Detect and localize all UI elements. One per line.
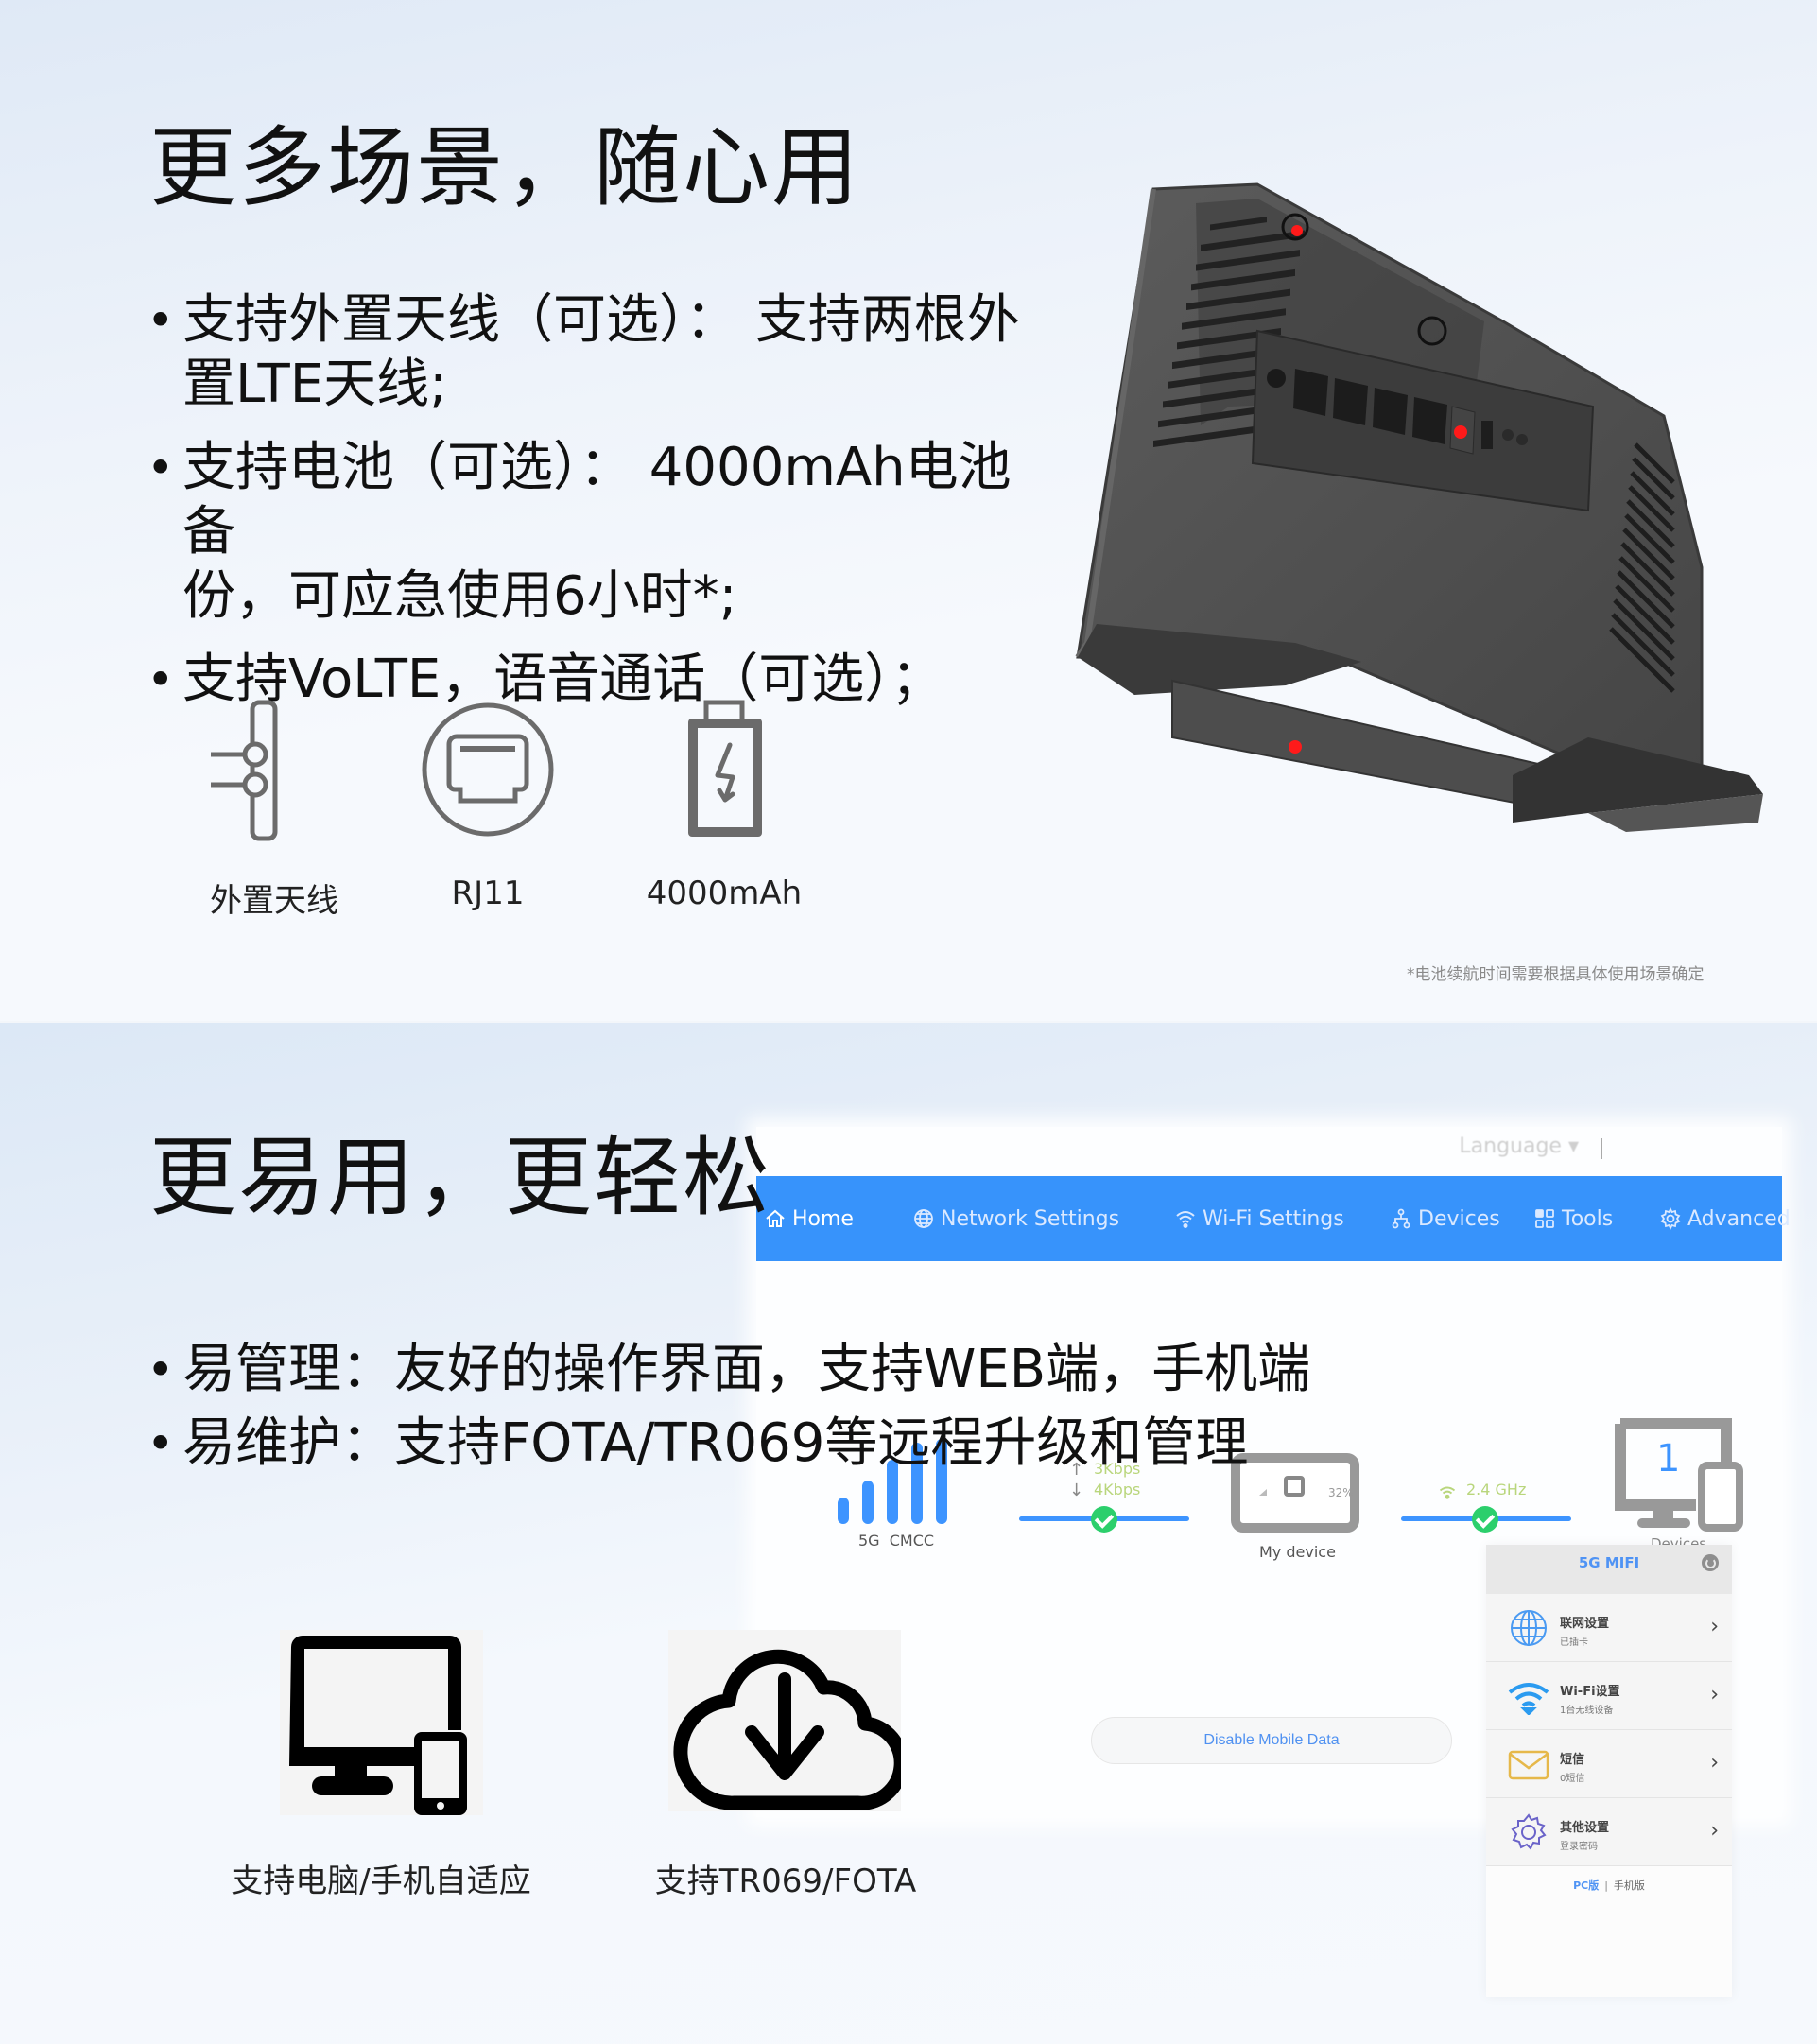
item-sub: 1台无线设备 <box>1560 1706 1614 1716</box>
nav-network-settings[interactable]: Network Settings <box>912 1207 1119 1231</box>
bullet-line: 份，可应急使用6小时*; <box>182 565 737 627</box>
wifi-button <box>1502 429 1514 441</box>
highlight-dot <box>1291 225 1303 236</box>
external-antenna-icon <box>208 700 293 841</box>
desktop-mobile-icon <box>280 1630 483 1815</box>
wifi-icon <box>1508 1683 1549 1715</box>
item-name: 短信 <box>1560 1753 1585 1767</box>
mobile-item-sms[interactable]: 短信 0短信 › <box>1486 1730 1732 1798</box>
wps-button <box>1516 434 1528 445</box>
nav-label: Tools <box>1562 1206 1614 1231</box>
battery-footnote: *电池续航时间需要根据具体使用场景确定 <box>1407 965 1705 984</box>
feature-label-adaptive: 支持电脑/手机自适应 <box>231 1862 531 1900</box>
mobile-item-wifi-settings[interactable]: Wi-Fi设置 1台无线设备 › <box>1486 1662 1732 1730</box>
cloud-download-icon <box>668 1630 908 1811</box>
chevron-right-icon: › <box>1710 1819 1719 1843</box>
disable-mobile-data-button[interactable]: Disable Mobile Data <box>1091 1717 1452 1764</box>
bullet-line: 支持外置天线（可选）： 支持两根外 <box>182 289 1020 351</box>
connected-check-icon <box>1091 1506 1117 1533</box>
carrier-name: CMCC <box>889 1532 935 1550</box>
divider <box>1601 1138 1602 1159</box>
wifi-band-icon <box>1439 1486 1456 1499</box>
section-easy-to-use: Language ▾ Home Network Settings Wi-Fi S… <box>0 1021 1817 2044</box>
feature-label-tr069: 支持TR069/FOTA <box>654 1862 917 1900</box>
mobile-admin-screenshot: 5G MIFI 联网设置 已插卡 › Wi-Fi设置 1台无线设备 › 短信 0… <box>1486 1545 1732 1997</box>
nav-label: Wi-Fi Settings <box>1203 1206 1344 1231</box>
highlight-dot <box>1289 740 1302 754</box>
mobile-header: 5G MIFI <box>1486 1545 1732 1594</box>
globe-icon <box>1511 1610 1547 1646</box>
gear-icon <box>1511 1813 1547 1850</box>
chevron-right-icon: › <box>1710 1751 1719 1775</box>
bullet-easy-maintenance: 易维护：支持FOTA/TR069等远程升级和管理 <box>147 1412 1376 1476</box>
devices-count: 1 <box>1656 1437 1681 1481</box>
feature-label-battery: 4000mAh <box>646 875 803 912</box>
feature-label-rj11: RJ11 <box>451 875 525 912</box>
item-sub: 登录密码 <box>1560 1842 1598 1852</box>
power-port <box>1267 369 1286 388</box>
bullet-line: 支持电池（可选）： 4000mAh电池备 <box>182 437 1012 563</box>
nav-devices[interactable]: Devices <box>1390 1207 1500 1231</box>
divider: | <box>1604 1879 1608 1892</box>
chevron-right-icon: › <box>1710 1683 1719 1706</box>
download-speed: 4Kbps <box>1094 1481 1141 1498</box>
mobile-footer: PC版 | 手机版 <box>1486 1878 1732 1893</box>
globe-icon <box>914 1209 933 1228</box>
battery-charging-icon <box>685 700 765 840</box>
connected-check-icon <box>1472 1506 1498 1533</box>
feature-bullet-list: 易管理：友好的操作界面，支持WEB端，手机端 易维护：支持FOTA/TR069等… <box>147 1338 1376 1476</box>
nav-label: Devices <box>1418 1206 1500 1231</box>
network-type: 5G <box>858 1532 880 1550</box>
tools-icon <box>1535 1209 1554 1228</box>
feature-label-antenna: 外置天线 <box>210 882 338 920</box>
nav-tools[interactable]: Tools <box>1533 1207 1613 1231</box>
bullet-easy-management: 易管理：友好的操作界面，支持WEB端，手机端 <box>147 1338 1376 1402</box>
language-selector[interactable]: Language ▾ <box>1459 1135 1579 1158</box>
battery-percent: 32% <box>1328 1486 1354 1499</box>
main-nav: Home Network Settings Wi-Fi Settings Dev… <box>756 1176 1791 1261</box>
highlight-dot <box>1454 425 1467 439</box>
devices-icon <box>1392 1208 1410 1229</box>
router-product-image <box>1075 182 1763 832</box>
power-icon[interactable] <box>1702 1554 1719 1571</box>
section-title: 更多场景，随心用 <box>149 117 861 218</box>
network-type-label: 5G CMCC <box>858 1532 934 1550</box>
nav-advanced[interactable]: Advanced <box>1659 1207 1791 1231</box>
gear-icon <box>1660 1207 1681 1230</box>
bullet-line: 支持VoLTE，语音通话（可选）； <box>182 649 944 710</box>
item-name: 联网设置 <box>1560 1617 1610 1631</box>
envelope-icon <box>1508 1750 1549 1780</box>
nav-label: Network Settings <box>941 1206 1120 1231</box>
chevron-right-icon: › <box>1710 1615 1719 1638</box>
nav-home[interactable]: Home <box>764 1207 854 1231</box>
item-name: 其他设置 <box>1560 1821 1610 1835</box>
item-name: Wi-Fi设置 <box>1560 1685 1620 1699</box>
mobile-title: 5G MIFI <box>1578 1554 1640 1571</box>
download-arrow-icon: ↓ <box>1069 1481 1084 1500</box>
item-sub: 0短信 <box>1560 1774 1585 1784</box>
device-label: My device <box>1259 1543 1336 1561</box>
mobile-item-other-settings[interactable]: 其他设置 登录密码 › <box>1486 1798 1732 1866</box>
nav-label: Advanced <box>1687 1206 1791 1231</box>
wifi-band-label: 2.4 GHz <box>1466 1481 1527 1498</box>
item-sub: 已插卡 <box>1560 1637 1588 1648</box>
mobile-item-network-settings[interactable]: 联网设置 已插卡 › <box>1486 1594 1732 1662</box>
pc-version-link[interactable]: PC版 <box>1573 1879 1599 1892</box>
mobile-version-link[interactable]: 手机版 <box>1614 1879 1645 1892</box>
rj11-port-icon <box>421 702 555 838</box>
feature-bullet-list: 支持外置天线（可选）： 支持两根外 置LTE天线; 支持电池（可选）： 4000… <box>147 288 1054 712</box>
section-more-scenarios: 更多场景，随心用 支持外置天线（可选）： 支持两根外 置LTE天线; 支持电池（… <box>0 0 1817 1021</box>
wifi-icon <box>1176 1211 1195 1228</box>
bullet-line: 置LTE天线; <box>182 354 447 415</box>
nav-label: Home <box>792 1206 854 1231</box>
bullet-external-antenna: 支持外置天线（可选）： 支持两根外 置LTE天线; <box>147 288 1054 417</box>
section-title: 更易用，更轻松 <box>149 1127 772 1228</box>
nav-wifi-settings[interactable]: Wi-Fi Settings <box>1174 1207 1344 1231</box>
usb-port <box>1481 421 1493 449</box>
bullet-battery: 支持电池（可选）： 4000mAh电池备 份，可应急使用6小时*; <box>147 436 1054 629</box>
